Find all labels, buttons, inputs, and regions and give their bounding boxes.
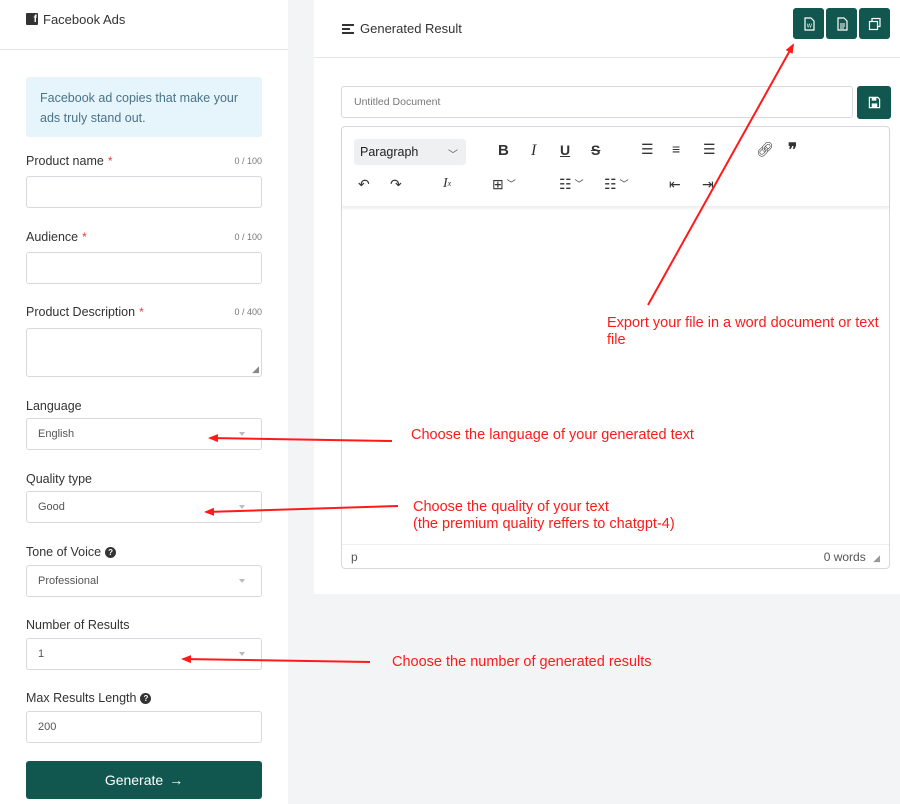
arrow-to-results-select [181, 655, 371, 664]
arrow-to-quality-select [204, 505, 399, 516]
arrow-to-export-buttons [647, 43, 794, 306]
annotation-arrows [181, 43, 794, 664]
arrow-to-language-select [208, 434, 393, 443]
